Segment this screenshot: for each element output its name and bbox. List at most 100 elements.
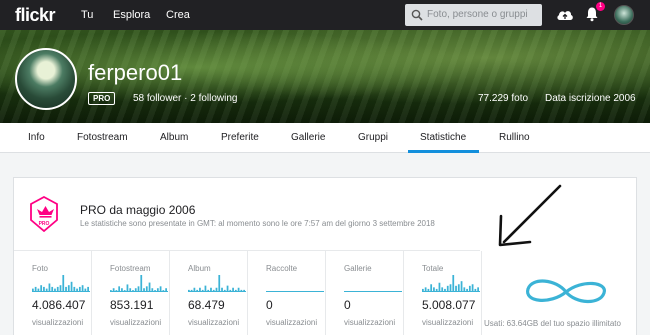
sparkline-bar xyxy=(137,286,140,292)
stat-label-gallerie: Gallerie xyxy=(344,264,372,273)
flickr-logo[interactable]: flickr xyxy=(15,5,56,26)
pro-crown-icon: PRO xyxy=(30,196,58,232)
sparkline-bar xyxy=(151,288,154,292)
sparkline-bar xyxy=(221,287,223,292)
sparkline-bar xyxy=(118,286,121,292)
svg-text:PRO: PRO xyxy=(39,221,50,227)
sparkline-bar xyxy=(240,289,243,292)
profile-username: ferpero01 xyxy=(88,60,183,85)
sparkline-bar xyxy=(143,288,145,292)
sparkline-bar xyxy=(477,287,479,292)
sparkline-bar xyxy=(54,288,56,292)
stat-unit-gallerie: visualizzazioni xyxy=(344,318,396,327)
tab-album[interactable]: Album xyxy=(160,132,188,143)
sparkline-bar xyxy=(121,288,123,292)
sparkline-bar xyxy=(70,281,73,292)
sparkline-bar xyxy=(87,286,89,292)
sparkline-bar xyxy=(81,285,84,292)
nav-link-esplora[interactable]: Esplora xyxy=(113,9,150,21)
sparkline-bar xyxy=(452,275,455,292)
sparkline-bar xyxy=(207,289,210,292)
sparkline-bar xyxy=(190,289,193,292)
stat-unit-fotostream: visualizzazioni xyxy=(110,318,162,327)
sparkline-album xyxy=(188,275,246,292)
sparkline-bar xyxy=(129,288,132,292)
sparkline-bar xyxy=(188,289,190,292)
tab-info[interactable]: Info xyxy=(28,132,45,143)
tab-gallerie[interactable]: Gallerie xyxy=(291,132,325,143)
notification-badge: 1 xyxy=(596,2,605,11)
stat-unit-totale: visualizzazioni xyxy=(422,318,474,327)
nav-link-tu[interactable]: Tu xyxy=(81,9,93,21)
sparkline-bar xyxy=(446,285,449,292)
tab-preferite[interactable]: Preferite xyxy=(221,132,259,143)
sparkline-bar xyxy=(45,288,48,292)
photo-count: 77.229 foto xyxy=(478,93,529,104)
sparkline-bar xyxy=(444,288,446,292)
sparkline-gallerie xyxy=(344,291,402,292)
sparkline-bar xyxy=(441,287,444,292)
sparkline-raccolte xyxy=(266,291,324,292)
sparkline-bar xyxy=(156,288,159,292)
stat-value-gallerie: 0 xyxy=(344,298,351,312)
sparkline-bar xyxy=(43,286,45,292)
profile-avatar[interactable] xyxy=(15,48,77,110)
followers-following[interactable]: 58 follower · 2 following xyxy=(133,93,238,104)
sparkline-bar xyxy=(62,275,65,292)
sparkline-bar xyxy=(84,288,87,292)
sparkline-bar xyxy=(433,287,435,292)
sparkline-bar xyxy=(466,288,468,292)
sparkline-bar xyxy=(226,285,229,292)
sparkline-bar xyxy=(32,288,34,292)
nav-link-crea[interactable]: Crea xyxy=(166,9,190,21)
tab-gruppi[interactable]: Gruppi xyxy=(358,132,388,143)
stat-unit-raccolte: visualizzazioni xyxy=(266,318,318,327)
sparkline-bar xyxy=(159,286,162,292)
sparkline-bar xyxy=(67,285,70,292)
stat-value-foto: 4.086.407 xyxy=(32,298,86,312)
sparkline-bar xyxy=(148,282,151,292)
sparkline-bar xyxy=(232,287,234,292)
sparkline-bar xyxy=(115,290,118,292)
stat-label-totale: Totale xyxy=(422,264,444,273)
sparkline-bar xyxy=(215,287,218,292)
stat-label-raccolte: Raccolte xyxy=(266,264,298,273)
sparkline-bar xyxy=(243,289,245,292)
sparkline-bar xyxy=(204,285,207,292)
sparkline-bar xyxy=(468,285,471,292)
sparkline-bar xyxy=(463,287,466,292)
sparkline-bar xyxy=(78,286,81,292)
sparkline-bar xyxy=(212,289,215,292)
tab-statistiche[interactable]: Statistiche xyxy=(420,132,466,143)
annotation-arrow xyxy=(498,184,562,247)
stat-value-album: 68.479 xyxy=(188,298,225,312)
sparkline-bar xyxy=(460,281,463,292)
sparkline-totale xyxy=(422,275,480,292)
sparkline-bar xyxy=(223,289,226,292)
sparkline-bar xyxy=(112,288,115,292)
stats-timezone-note: Le statistiche sono presentate in GMT: a… xyxy=(80,219,435,228)
search-box[interactable]: Foto, persone o gruppi xyxy=(405,4,542,26)
pro-badge: PRO xyxy=(88,92,116,105)
tab-rullino[interactable]: Rullino xyxy=(499,132,530,143)
upload-cloud-icon[interactable] xyxy=(556,7,574,21)
sparkline-bar xyxy=(196,289,199,292)
sparkline-bar xyxy=(424,287,427,292)
tab-fotostream[interactable]: Fotostream xyxy=(77,132,128,143)
sparkline-bar xyxy=(422,288,424,292)
sparkline-bar xyxy=(40,285,43,292)
stat-label-fotostream: Fotostream xyxy=(110,264,151,273)
sparkline-foto xyxy=(32,275,90,292)
sparkline-bar xyxy=(51,286,54,292)
active-tab-indicator xyxy=(408,150,479,153)
sparkline-bar xyxy=(438,282,441,292)
top-navigation-bar: flickr Tu Esplora Crea Foto, persone o g… xyxy=(0,0,650,30)
user-avatar[interactable] xyxy=(614,5,634,25)
sparkline-fotostream xyxy=(110,275,168,292)
sparkline-bar xyxy=(123,290,126,292)
sparkline-bar xyxy=(126,284,129,292)
sparkline-bar xyxy=(165,288,167,292)
stat-label-album: Album xyxy=(188,264,211,273)
sparkline-bar xyxy=(145,286,148,292)
join-date: Data iscrizione 2006 xyxy=(545,93,636,104)
